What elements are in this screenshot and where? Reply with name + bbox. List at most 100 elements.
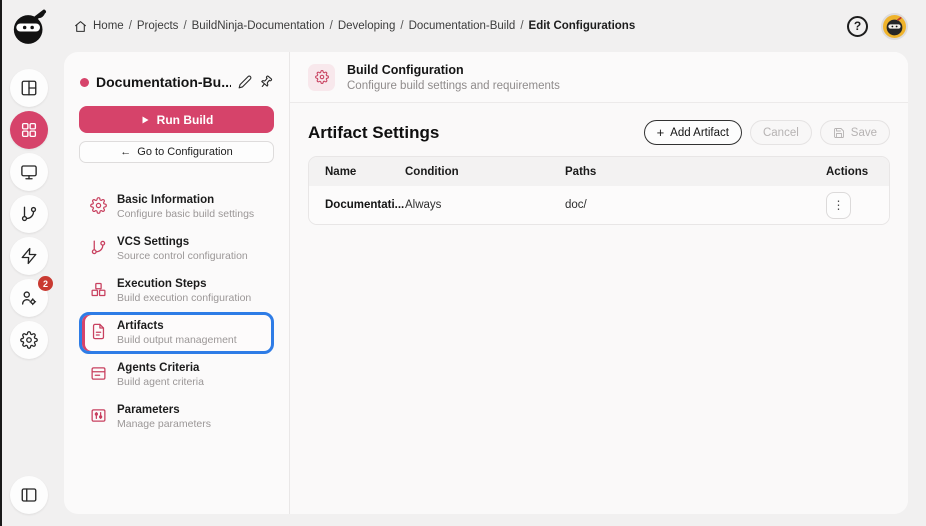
nav-item-sublabel: Manage parameters bbox=[117, 418, 211, 430]
rail-item-settings[interactable] bbox=[10, 321, 48, 359]
run-build-button[interactable]: Run Build bbox=[79, 106, 274, 133]
sidebar-item-agents-criteria[interactable]: Agents Criteria Build agent criteria bbox=[79, 354, 274, 396]
panel-left-icon bbox=[20, 486, 38, 504]
zap-icon bbox=[20, 247, 38, 265]
run-build-label: Run Build bbox=[157, 113, 214, 127]
cell-artifact-name: Documentati... bbox=[325, 199, 405, 211]
nav-item-sublabel: Configure basic build settings bbox=[117, 208, 254, 220]
cell-artifact-condition: Always bbox=[405, 199, 565, 211]
monitor-icon bbox=[20, 163, 38, 181]
goto-configuration-button[interactable]: ← Go to Configuration bbox=[79, 141, 274, 163]
config-title: Documentation-Bu... bbox=[96, 74, 231, 90]
save-icon bbox=[833, 127, 845, 139]
breadcrumb-item-projects[interactable]: Projects bbox=[137, 20, 179, 32]
cancel-button[interactable]: Cancel bbox=[750, 120, 812, 145]
section-header: Artifact Settings + Add Artifact Cancel bbox=[308, 120, 890, 145]
agent-card-icon bbox=[90, 365, 107, 382]
breadcrumb-separator: / bbox=[520, 20, 523, 32]
status-dot bbox=[80, 78, 89, 87]
breadcrumb: Home / Projects / BuildNinja-Documentati… bbox=[74, 20, 635, 33]
git-branch-icon bbox=[90, 239, 107, 256]
gear-icon bbox=[90, 197, 107, 214]
topbar-actions: ? bbox=[847, 13, 908, 40]
sidebar-item-artifacts[interactable]: Artifacts Build output management bbox=[79, 312, 274, 354]
nav-item-sublabel: Build output management bbox=[117, 334, 237, 346]
save-button[interactable]: Save bbox=[820, 120, 890, 145]
breadcrumb-separator: / bbox=[183, 20, 186, 32]
user-avatar[interactable] bbox=[881, 13, 908, 40]
nav-item-sublabel: Build execution configuration bbox=[117, 292, 251, 304]
add-artifact-label: Add Artifact bbox=[670, 127, 729, 139]
section-title: Artifact Settings bbox=[308, 123, 439, 143]
cancel-label: Cancel bbox=[763, 127, 799, 139]
sidebar-item-parameters[interactable]: Parameters Manage parameters bbox=[79, 396, 274, 438]
git-branch-icon bbox=[20, 205, 38, 223]
nav-item-sublabel: Source control configuration bbox=[117, 250, 248, 262]
config-title-row: Documentation-Bu... bbox=[80, 74, 273, 90]
nav-item-label: Artifacts bbox=[117, 320, 237, 332]
cell-artifact-paths: doc/ bbox=[565, 199, 826, 211]
table-header-row: Name Condition Paths Actions bbox=[309, 157, 889, 186]
breadcrumb-separator: / bbox=[129, 20, 132, 32]
artifact-settings-section: Artifact Settings + Add Artifact Cancel bbox=[290, 103, 908, 242]
config-nav: Basic Information Configure basic build … bbox=[79, 186, 274, 438]
config-sidebar: Documentation-Bu... Run Build bbox=[64, 52, 290, 514]
add-artifact-button[interactable]: + Add Artifact bbox=[644, 120, 742, 145]
sidebar-item-vcs-settings[interactable]: VCS Settings Source control configuratio… bbox=[79, 228, 274, 270]
breadcrumb-item-current: Edit Configurations bbox=[529, 20, 636, 32]
document-icon bbox=[90, 323, 107, 340]
steps-blocks-icon bbox=[90, 281, 107, 298]
page-title: Build Configuration bbox=[347, 63, 560, 77]
arrow-left-icon: ← bbox=[120, 146, 131, 158]
content-header: Build Configuration Configure build sett… bbox=[290, 52, 908, 103]
grid-icon bbox=[20, 121, 38, 139]
nav-item-label: Basic Information bbox=[117, 194, 254, 206]
main-content: Build Configuration Configure build sett… bbox=[290, 52, 908, 514]
breadcrumb-item-subproject[interactable]: Developing bbox=[338, 20, 396, 32]
save-label: Save bbox=[851, 127, 877, 139]
buildninja-logo-icon[interactable] bbox=[9, 7, 49, 47]
rail-item-users[interactable]: 2 bbox=[10, 279, 48, 317]
column-header-name: Name bbox=[325, 166, 405, 178]
section-actions: + Add Artifact Cancel Save bbox=[644, 120, 890, 145]
help-icon[interactable]: ? bbox=[847, 16, 868, 37]
sidebar-item-basic-information[interactable]: Basic Information Configure basic build … bbox=[79, 186, 274, 228]
nav-item-label: VCS Settings bbox=[117, 236, 248, 248]
left-rail: 2 bbox=[2, 0, 56, 526]
rail-item-changes[interactable] bbox=[10, 195, 48, 233]
home-icon[interactable] bbox=[74, 20, 87, 33]
artifacts-table: Name Condition Paths Actions Documentati… bbox=[308, 156, 890, 225]
rail-item-agents[interactable] bbox=[10, 153, 48, 191]
play-icon bbox=[140, 115, 150, 125]
notification-badge: 2 bbox=[38, 276, 53, 291]
column-header-actions: Actions bbox=[826, 166, 889, 178]
goto-configuration-label: Go to Configuration bbox=[137, 146, 232, 158]
top-bar: Home / Projects / BuildNinja-Documentati… bbox=[56, 0, 926, 52]
user-gear-icon bbox=[20, 289, 38, 307]
kebab-menu-icon: ⋮ bbox=[833, 198, 845, 212]
parameters-icon bbox=[90, 407, 107, 424]
page-subtitle: Configure build settings and requirement… bbox=[347, 80, 560, 92]
breadcrumb-item-project[interactable]: BuildNinja-Documentation bbox=[192, 20, 325, 32]
table-row[interactable]: Documentati... Always doc/ ⋮ bbox=[309, 186, 889, 224]
column-header-paths: Paths bbox=[565, 166, 826, 178]
rail-item-collapse-sidebar[interactable] bbox=[10, 476, 48, 514]
sidebar-item-execution-steps[interactable]: Execution Steps Build execution configur… bbox=[79, 270, 274, 312]
rail-item-dashboard[interactable] bbox=[10, 69, 48, 107]
breadcrumb-separator: / bbox=[400, 20, 403, 32]
plus-icon: + bbox=[657, 126, 665, 139]
pencil-icon[interactable] bbox=[238, 75, 252, 89]
nav-item-label: Agents Criteria bbox=[117, 362, 204, 374]
nav-item-label: Parameters bbox=[117, 404, 211, 416]
nav-item-label: Execution Steps bbox=[117, 278, 251, 290]
rail-button-group: 2 bbox=[10, 69, 48, 359]
rail-item-projects[interactable] bbox=[10, 111, 48, 149]
breadcrumb-item-home[interactable]: Home bbox=[93, 20, 124, 32]
breadcrumb-item-build[interactable]: Documentation-Build bbox=[409, 20, 516, 32]
layout-icon bbox=[20, 79, 38, 97]
breadcrumb-separator: / bbox=[330, 20, 333, 32]
pin-icon[interactable] bbox=[259, 75, 273, 89]
rail-item-actions[interactable] bbox=[10, 237, 48, 275]
main-card: Documentation-Bu... Run Build bbox=[64, 52, 908, 514]
row-actions-button[interactable]: ⋮ bbox=[826, 192, 851, 219]
